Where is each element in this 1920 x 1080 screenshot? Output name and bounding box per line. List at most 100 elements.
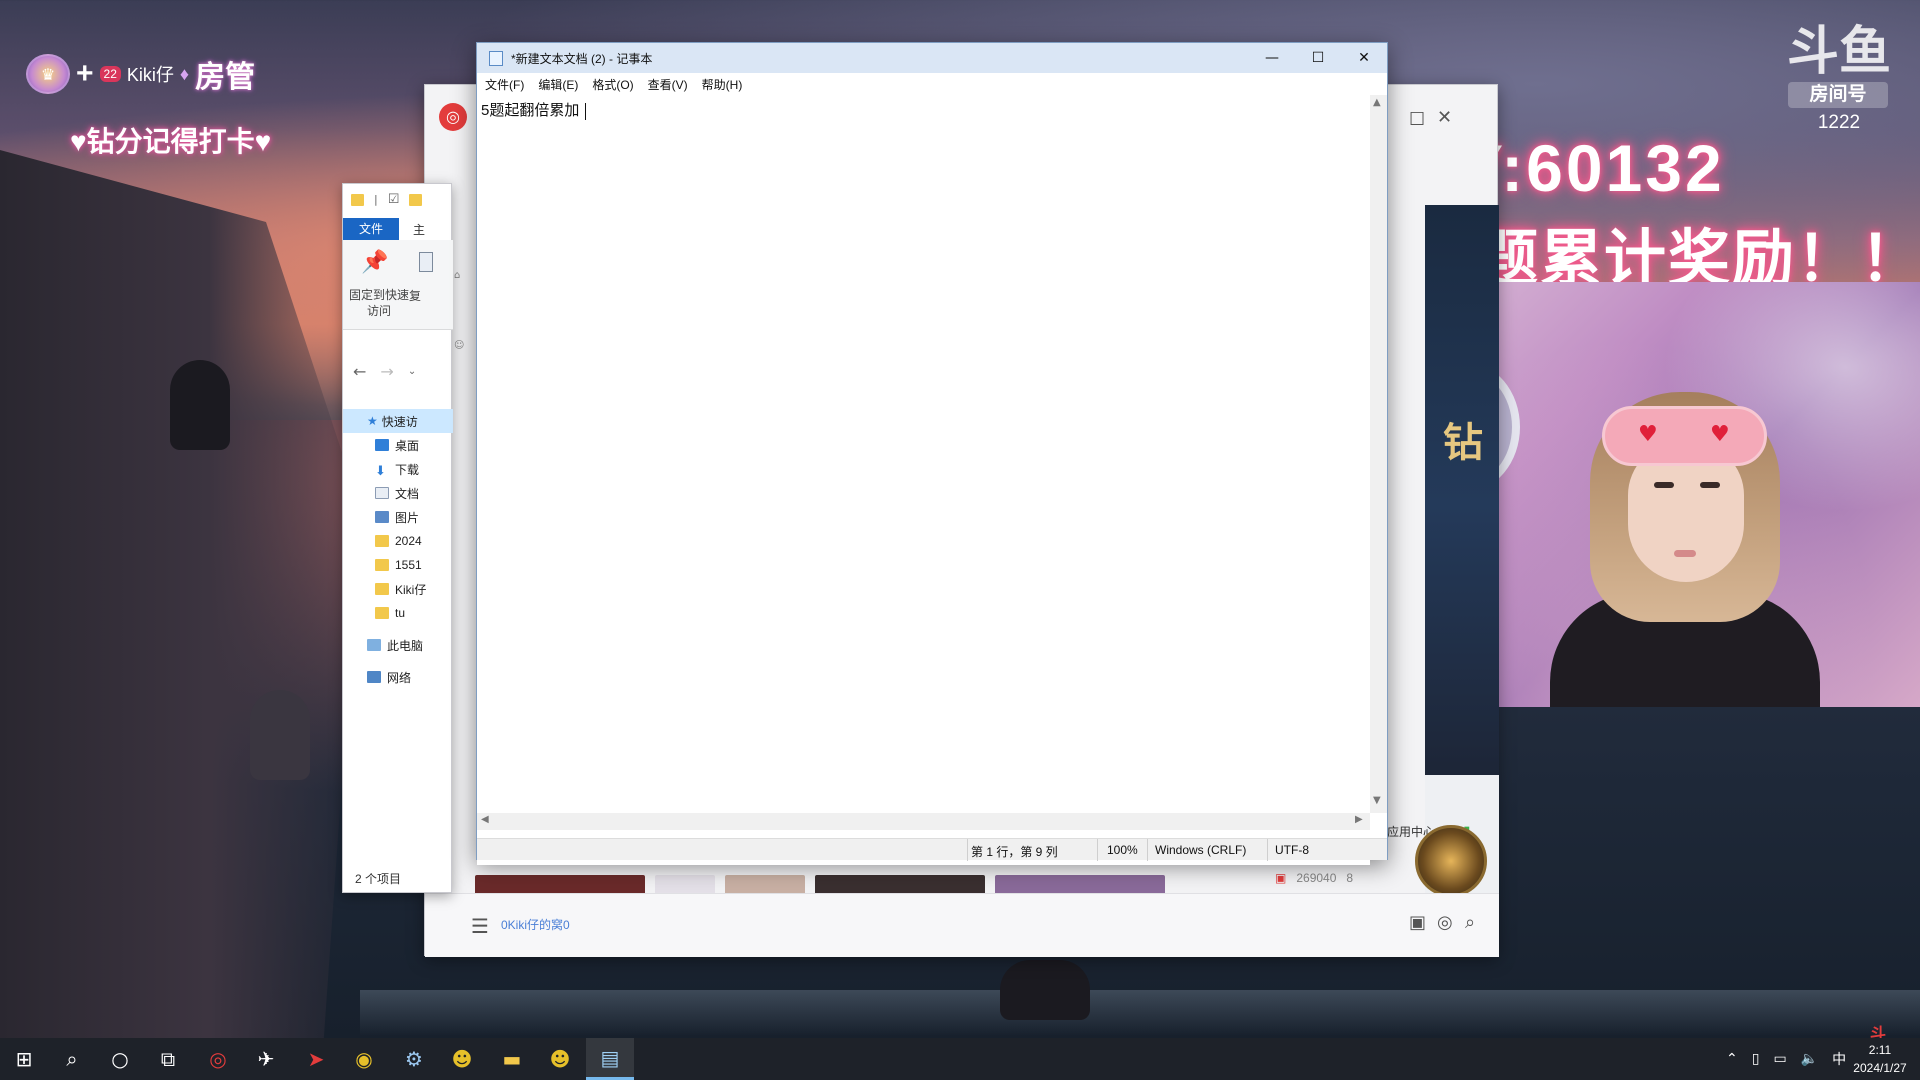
taskbar-app-explorer[interactable]: ▬ [488,1038,536,1080]
folder-icon[interactable] [409,193,423,206]
pig-headband [1602,406,1767,466]
scroll-down-icon[interactable]: ▼ [1373,795,1381,806]
menu-format[interactable]: 格式(O) [592,76,633,93]
scroll-right-icon[interactable]: ▶ [1355,814,1363,825]
tree-item[interactable]: ⬇ 下载 [343,457,453,481]
chevron-up-icon[interactable]: ⌃ [1726,1051,1738,1067]
clock[interactable]: 2:11 2024/1/27 [1842,1041,1918,1077]
taskbar-app-steam[interactable]: ⚙ [390,1038,438,1080]
tree-item[interactable]: 桌面 [343,433,453,457]
menu-file[interactable]: 文件(F) [485,76,524,93]
maximize-icon[interactable]: ☐ [1409,109,1425,130]
badge-role: 房管 [195,61,256,94]
title-bar[interactable]: *新建文本文档 (2) - 记事本 — ☐ ✕ [477,43,1387,73]
copy-button[interactable]: 复 [409,287,421,304]
quick-access-toolbar: | ☑ [351,192,423,207]
check-icon[interactable]: ☑ [388,192,400,207]
chevron-down-icon[interactable]: ⌄ [408,362,416,382]
start-button[interactable]: ⊞ [0,1038,48,1080]
game-icon: ✈ [257,1047,275,1071]
maximize-button[interactable]: ☐ [1295,43,1341,73]
computer-icon [367,639,381,651]
user-icon[interactable]: ☺ [454,340,466,352]
network-icon [367,671,381,683]
pin-quick-access-button[interactable]: 固定到快速访问 [349,287,409,319]
tab-home[interactable]: 主 [399,221,425,238]
close-icon: ✕ [1358,50,1370,66]
tree-label: 1551 [395,558,422,572]
clock-date: 2024/1/27 [1853,1061,1907,1075]
crown-icon: ♛ [26,54,70,94]
tree-item[interactable]: 文档 [343,481,453,505]
tree-label: 网络 [387,670,412,685]
tree-item[interactable]: 图片 [343,505,453,529]
divider: | [374,193,378,206]
menu-view[interactable]: 查看(V) [648,76,688,93]
nav-buttons: ← → ⌄ [353,362,416,382]
taskbar-app-bird[interactable]: ➤ [292,1038,340,1080]
back-icon[interactable]: ← [353,362,366,382]
taskbar-app-owl[interactable]: ☻ [438,1038,486,1080]
cursor-position: 第 1 行，第 9 列 [971,845,1058,859]
close-icon[interactable]: ✕ [1437,107,1452,128]
document-icon [375,487,389,499]
cortana-button[interactable]: ○ [96,1038,144,1080]
now-playing-title[interactable]: 0Kiki仔的窝0 [501,916,570,933]
editor-content[interactable]: 5题起翻倍累加 [481,99,587,120]
fan-badge: ♛ + 22 Kiki仔 ♦ 房管 [26,52,255,96]
taskbar-app-game[interactable]: ✈ [242,1038,290,1080]
tree-quick-access[interactable]: ★ 快速访 [343,409,453,433]
pin-icon[interactable]: 📌 [361,250,388,275]
tree-label: Kiki仔 [395,582,427,597]
window-title: *新建文本文档 (2) - 记事本 [511,52,653,66]
room-label: 房间号 [1788,82,1888,108]
status-bar: 第 1 行，第 9 列 100% Windows (CRLF) UTF-8 [477,838,1387,861]
settings-icon[interactable]: ◎ [1437,912,1453,933]
taskbar-app-notepad[interactable]: ▤ [586,1038,634,1080]
listeners-count: 269040 [1296,871,1337,885]
tree-item[interactable]: tu [343,601,453,625]
forward-icon[interactable]: → [380,362,393,382]
network-icon[interactable]: ▭ [1773,1051,1786,1067]
video-icon[interactable]: ▣ [1409,912,1426,933]
tree-network[interactable]: 网络 [343,665,453,689]
scroll-up-icon[interactable]: ▲ [1373,97,1381,108]
usb-icon[interactable]: ▯ [1752,1051,1760,1067]
taskbar-app-owl-2[interactable]: ☻ [536,1038,584,1080]
divider [1267,839,1268,861]
guild-avatar[interactable] [1415,825,1487,897]
notepad-window[interactable]: *新建文本文档 (2) - 记事本 — ☐ ✕ 文件(F) 编辑(E) 格式(O… [476,42,1388,865]
fish-icon: 斗鱼 [1786,23,1891,81]
close-button[interactable]: ✕ [1341,43,1387,73]
search-icon[interactable]: ⌕ [1465,912,1475,933]
tree-label: 此电脑 [387,638,424,653]
tab-file[interactable]: 文件 [343,218,400,240]
taskbar-app-music[interactable]: ◎ [194,1038,242,1080]
copy-icon[interactable] [419,252,433,272]
count-value: 8 [1346,871,1354,885]
search-button[interactable]: ⌕ [48,1038,96,1080]
tree-this-pc[interactable]: 此电脑 [343,633,453,657]
divider [967,839,968,861]
volume-icon[interactable]: 🔈 [1801,1051,1818,1067]
menu-edit[interactable]: 编辑(E) [538,76,578,93]
netease-music-icon[interactable]: ◎ [439,103,467,131]
tree-label: 快速访 [381,414,418,429]
scroll-left-icon[interactable]: ◀ [481,814,489,825]
text-editor[interactable]: 5题起翻倍累加 [477,95,1370,865]
menu-bar: 文件(F) 编辑(E) 格式(O) 查看(V) 帮助(H) [477,73,1387,95]
minimize-button[interactable]: — [1249,43,1295,73]
menu-help[interactable]: 帮助(H) [702,76,743,93]
horizontal-scrollbar[interactable]: ◀ ▶ [477,813,1370,830]
file-explorer-window[interactable]: | ☑ 文件 主 📌 固定到快速访问 复 ← → ⌄ ★ 快速访 桌面 ⬇ 下载… [342,183,453,893]
minimize-icon: — [1265,50,1279,66]
vertical-scrollbar[interactable]: ▲ ▼ [1370,95,1387,813]
playlist-icon[interactable]: ☰ [471,914,489,938]
tree-item[interactable]: 1551 [343,553,453,577]
home-icon[interactable]: ⌂ [454,270,466,282]
tree-item[interactable]: Kiki仔 [343,577,453,601]
owl-icon: ☻ [549,1047,571,1071]
task-view-button[interactable]: ⧉ [144,1038,192,1080]
taskbar-app-obs[interactable]: ◉ [340,1038,388,1080]
tree-item[interactable]: 2024 [343,529,453,553]
